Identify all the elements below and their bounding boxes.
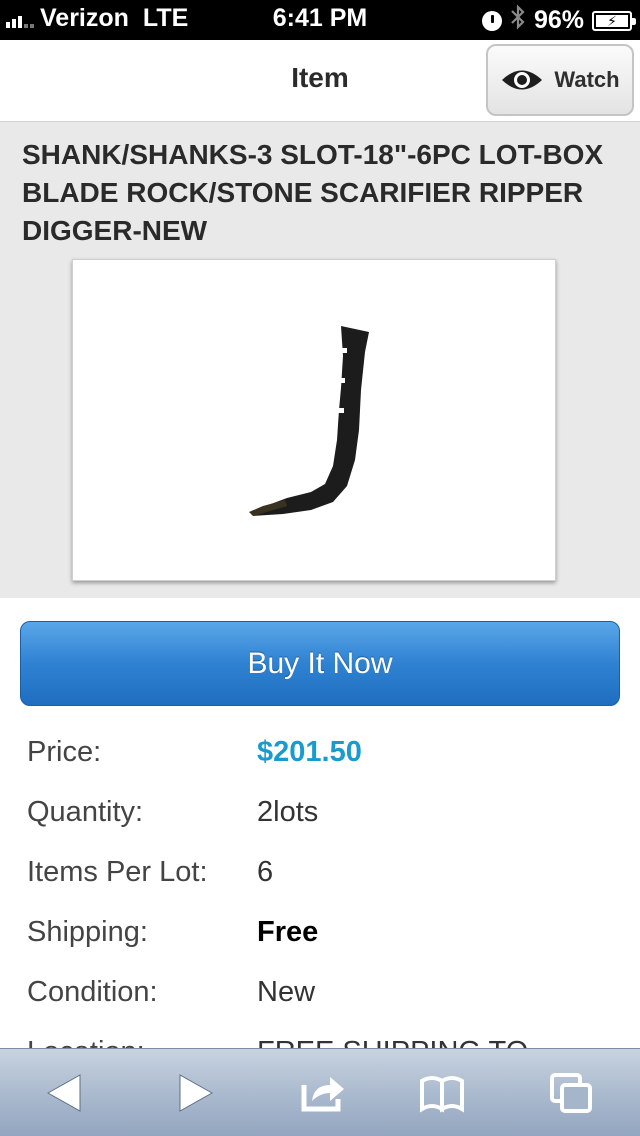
items-per-lot-row: Items Per Lot: 6 [0, 846, 640, 906]
share-icon [301, 1077, 344, 1112]
browser-toolbar [0, 1048, 640, 1136]
item-page: Verizon LTE 6:41 PM 96% ⚡ Item Watch SHA… [0, 0, 640, 1136]
condition-row: Condition: New [0, 966, 640, 1026]
buy-it-now-button[interactable]: Buy It Now [20, 621, 620, 706]
product-image[interactable] [72, 259, 556, 581]
bookmarks-button[interactable] [418, 1071, 466, 1115]
tabs-button[interactable] [548, 1071, 596, 1115]
tabs-icon [550, 1073, 592, 1113]
nav-header: Item Watch [0, 40, 640, 122]
back-button[interactable] [42, 1071, 90, 1115]
condition-value: New [257, 976, 316, 1008]
eye-icon [502, 70, 543, 90]
alarm-clock-icon [481, 10, 502, 31]
status-right: 96% ⚡ [481, 4, 636, 37]
items-per-lot-value: 6 [257, 856, 274, 888]
watch-label: Watch [554, 67, 620, 92]
status-bar: Verizon LTE 6:41 PM 96% ⚡ [0, 0, 640, 40]
quantity-label: Quantity: [27, 796, 144, 828]
quantity-value: 2lots [257, 796, 319, 828]
forward-button[interactable] [170, 1071, 218, 1115]
item-details: Price: $201.50 Quantity: 2lots Items Per… [0, 726, 640, 1086]
share-button[interactable] [298, 1071, 346, 1115]
watch-button[interactable]: Watch [486, 44, 634, 116]
forward-icon [179, 1074, 214, 1112]
shipping-row: Shipping: Free [0, 906, 640, 966]
listing-summary: SHANK/SHANKS-3 SLOT-18"-6PC LOT-BOX BLAD… [0, 122, 640, 598]
condition-label: Condition: [27, 976, 158, 1008]
items-per-lot-label: Items Per Lot: [27, 856, 208, 888]
shipping-label: Shipping: [27, 916, 148, 948]
back-icon [46, 1074, 81, 1112]
item-title: SHANK/SHANKS-3 SLOT-18"-6PC LOT-BOX BLAD… [22, 139, 604, 246]
shipping-value: Free [257, 916, 319, 948]
price-label: Price: [27, 736, 102, 768]
ripper-shank-image [249, 326, 369, 516]
bookmarks-icon [420, 1076, 464, 1113]
bluetooth-icon [510, 4, 526, 37]
price-value: $201.50 [257, 736, 362, 768]
battery-percent: 96% [533, 6, 584, 34]
price-row: Price: $201.50 [0, 726, 640, 786]
battery-icon: ⚡ [592, 10, 636, 31]
quantity-row: Quantity: 2lots [0, 786, 640, 846]
